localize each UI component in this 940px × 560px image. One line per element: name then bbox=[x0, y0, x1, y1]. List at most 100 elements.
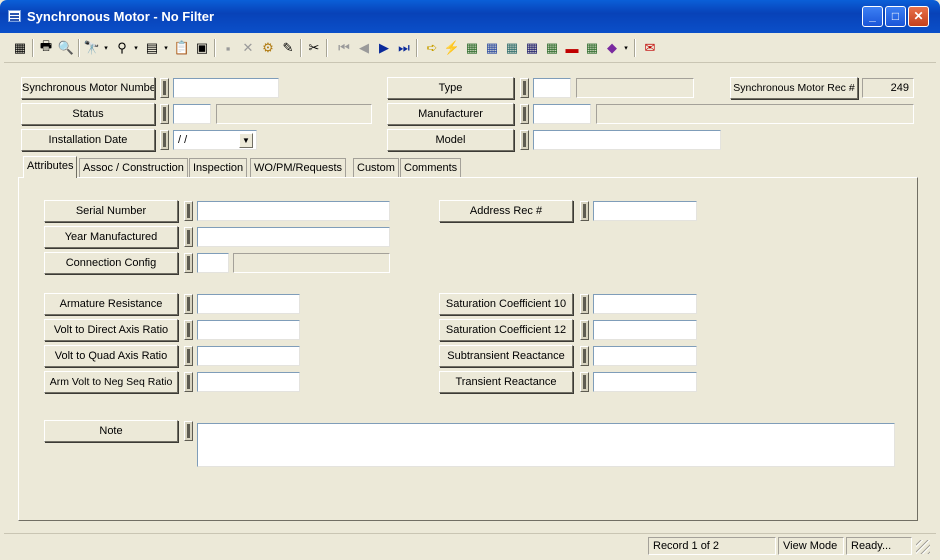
manufacturer-description bbox=[596, 104, 914, 124]
volt-direct-axis-indicator bbox=[184, 320, 193, 340]
search-icon[interactable]: 🔭 bbox=[82, 38, 102, 58]
manufacturer-indicator bbox=[520, 104, 529, 124]
saturation-coef-12-button[interactable]: Saturation Coefficient 12 bbox=[439, 319, 573, 341]
tab-comments[interactable]: Comments bbox=[400, 158, 462, 178]
armature-resistance-input[interactable] bbox=[197, 294, 300, 314]
save-icon[interactable]: ▪ bbox=[218, 38, 238, 58]
module-icon-5[interactable]: ▬ bbox=[562, 38, 582, 58]
subtransient-reactance-button[interactable]: Subtransient Reactance bbox=[439, 345, 573, 367]
minimize-button[interactable]: _ bbox=[862, 6, 883, 27]
print-preview-icon[interactable]: 🔍 bbox=[56, 38, 76, 58]
connection-config-input[interactable] bbox=[197, 253, 229, 273]
toolbar-separator bbox=[214, 39, 216, 57]
previous-record-icon[interactable]: ◀ bbox=[354, 38, 374, 58]
lightning-icon[interactable]: ⚡ bbox=[442, 38, 462, 58]
type-code-input[interactable] bbox=[533, 78, 571, 98]
resize-grip-icon[interactable] bbox=[916, 540, 930, 554]
volt-quad-axis-button[interactable]: Volt to Quad Axis Ratio bbox=[44, 345, 178, 367]
module-icon-3[interactable]: ▦ bbox=[502, 38, 522, 58]
module-dropdown-icon[interactable]: ▾ bbox=[622, 38, 630, 58]
tab-wo-pm-requests[interactable]: WO/PM/Requests bbox=[250, 158, 347, 178]
manufacturer-code-input[interactable] bbox=[533, 104, 591, 124]
cut-icon[interactable]: ✂ bbox=[304, 38, 324, 58]
connection-config-indicator bbox=[184, 253, 193, 273]
note-button[interactable]: Note bbox=[44, 420, 178, 442]
toolbar-separator bbox=[32, 39, 34, 57]
transient-reactance-button[interactable]: Transient Reactance bbox=[439, 371, 573, 393]
status-code-input[interactable] bbox=[173, 104, 211, 124]
model-input[interactable] bbox=[533, 130, 721, 150]
status-description bbox=[216, 104, 372, 124]
type-description bbox=[576, 78, 694, 98]
note-textarea[interactable] bbox=[197, 423, 895, 467]
filter-icon[interactable]: ⚲ bbox=[112, 38, 132, 58]
settings-icon[interactable]: ⚙ bbox=[258, 38, 278, 58]
volt-direct-axis-button[interactable]: Volt to Direct Axis Ratio bbox=[44, 319, 178, 341]
close-button[interactable]: ✕ bbox=[908, 6, 929, 27]
serial-number-button[interactable]: Serial Number bbox=[44, 200, 178, 222]
last-record-icon[interactable]: ⏭ bbox=[394, 38, 414, 58]
motor-number-input[interactable] bbox=[173, 78, 279, 98]
model-button[interactable]: Model bbox=[387, 129, 514, 151]
toolbar-separator bbox=[416, 39, 418, 57]
delete-icon[interactable]: ✕ bbox=[238, 38, 258, 58]
status-button[interactable]: Status bbox=[21, 103, 155, 125]
transient-reactance-input[interactable] bbox=[593, 372, 697, 392]
address-rec-input[interactable] bbox=[593, 201, 697, 221]
clipboard-icon[interactable]: 📋 bbox=[172, 38, 192, 58]
saturation-coef-10-button[interactable]: Saturation Coefficient 10 bbox=[439, 293, 573, 315]
connection-config-button[interactable]: Connection Config bbox=[44, 252, 178, 274]
search-dropdown-icon[interactable]: ▾ bbox=[102, 38, 110, 58]
tab-inspection[interactable]: Inspection bbox=[189, 158, 248, 178]
motor-number-button[interactable]: Synchronous Motor Number bbox=[21, 77, 155, 99]
saturation-coef-10-input[interactable] bbox=[593, 294, 697, 314]
goto-arrow-icon[interactable]: ➪ bbox=[422, 38, 442, 58]
module-icon-4[interactable]: ▦ bbox=[542, 38, 562, 58]
module-icon-2[interactable]: ▦ bbox=[482, 38, 502, 58]
maximize-button[interactable]: □ bbox=[885, 6, 906, 27]
installation-date-button[interactable]: Installation Date bbox=[21, 129, 155, 151]
subtransient-reactance-input[interactable] bbox=[593, 346, 697, 366]
tab-assoc-construction[interactable]: Assoc / Construction bbox=[79, 158, 188, 178]
filter-dropdown-icon[interactable]: ▾ bbox=[132, 38, 140, 58]
calculator-icon[interactable]: ▦ bbox=[522, 38, 542, 58]
motor-number-indicator bbox=[160, 78, 169, 98]
manufacturer-button[interactable]: Manufacturer bbox=[387, 103, 514, 125]
armature-resistance-indicator bbox=[184, 294, 193, 314]
year-manufactured-button[interactable]: Year Manufactured bbox=[44, 226, 178, 248]
address-rec-button[interactable]: Address Rec # bbox=[439, 200, 573, 222]
volt-direct-axis-input[interactable] bbox=[197, 320, 300, 340]
year-manufactured-indicator bbox=[184, 227, 193, 247]
armature-resistance-button[interactable]: Armature Resistance bbox=[44, 293, 178, 315]
arm-volt-neg-seq-input[interactable] bbox=[197, 372, 300, 392]
window-title: Synchronous Motor - No Filter bbox=[27, 9, 215, 24]
report-icon[interactable]: ▤ bbox=[142, 38, 162, 58]
tab-custom[interactable]: Custom bbox=[353, 158, 399, 178]
arm-volt-neg-seq-button[interactable]: Arm Volt to Neg Seq Ratio bbox=[44, 371, 178, 393]
edit-icon[interactable]: ✎ bbox=[278, 38, 298, 58]
exit-icon[interactable]: ✉ bbox=[640, 38, 660, 58]
saturation-coef-12-input[interactable] bbox=[593, 320, 697, 340]
address-rec-indicator bbox=[580, 201, 589, 221]
first-record-icon[interactable]: ⏮ bbox=[334, 38, 354, 58]
volt-quad-axis-input[interactable] bbox=[197, 346, 300, 366]
tab-attributes[interactable]: Attributes bbox=[23, 156, 78, 178]
serial-number-input[interactable] bbox=[197, 201, 390, 221]
print-icon[interactable]: 🖶 bbox=[36, 38, 56, 58]
module-icon-6[interactable]: ▦ bbox=[582, 38, 602, 58]
toolbar-separator bbox=[634, 39, 636, 57]
type-button[interactable]: Type bbox=[387, 77, 514, 99]
note-indicator bbox=[184, 421, 193, 441]
module-icon-1[interactable]: ▦ bbox=[462, 38, 482, 58]
motor-rec-button[interactable]: Synchronous Motor Rec # bbox=[730, 77, 858, 99]
installation-date-input[interactable]: / / ▼ bbox=[173, 130, 257, 150]
year-manufactured-input[interactable] bbox=[197, 227, 390, 247]
copy-record-icon[interactable]: ▣ bbox=[192, 38, 212, 58]
connection-config-description bbox=[233, 253, 390, 273]
form-view-icon[interactable]: ▦ bbox=[10, 38, 30, 58]
model-indicator bbox=[520, 130, 529, 150]
report-dropdown-icon[interactable]: ▾ bbox=[162, 38, 170, 58]
date-dropdown-icon[interactable]: ▼ bbox=[239, 133, 253, 148]
next-record-icon[interactable]: ▶ bbox=[374, 38, 394, 58]
module-icon-7[interactable]: ◆ bbox=[602, 38, 622, 58]
